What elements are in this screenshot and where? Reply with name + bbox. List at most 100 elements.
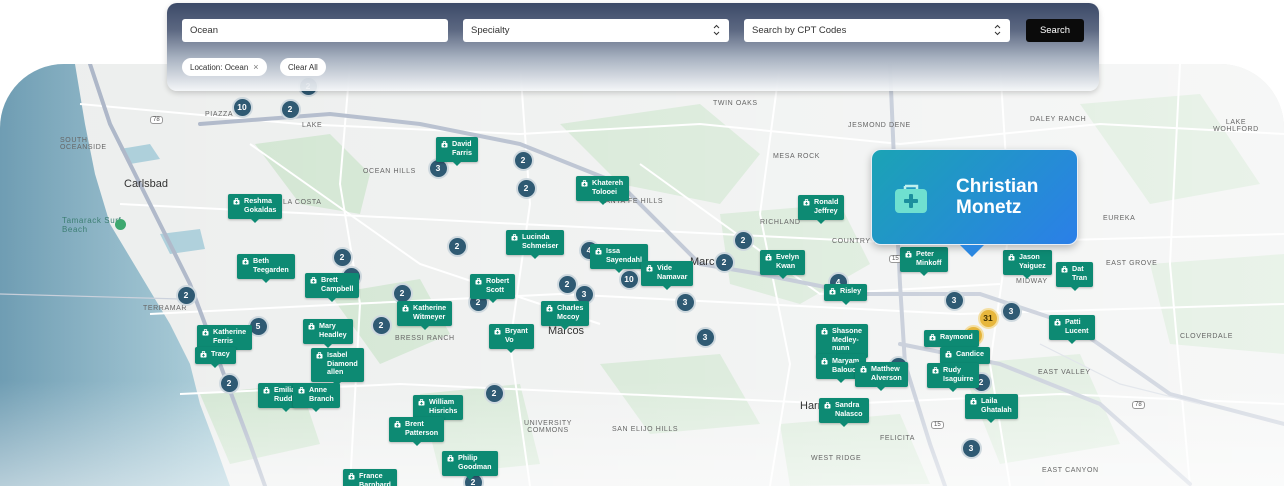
provider-pin[interactable]: Ronald Jeffrey [798, 195, 845, 224]
provider-pin[interactable]: Sandra Nalasco [819, 398, 869, 427]
provider-pin[interactable]: Peter Minkoff [900, 247, 948, 276]
cluster-marker[interactable]: 3 [943, 289, 965, 311]
provider-pin[interactable]: Patti Lucent [1049, 315, 1095, 344]
place-label: CLOVERDALE [1180, 333, 1234, 340]
provider-pin-name: Ghatalah [981, 404, 1012, 414]
place-label: DALEY RANCH [1030, 116, 1087, 123]
provider-pin[interactable]: Reshma Gokaldas [228, 194, 283, 223]
location-input[interactable]: Ocean [182, 19, 448, 42]
cluster-marker[interactable]: 2 [370, 314, 392, 336]
cluster-marker[interactable]: 2 [279, 98, 301, 120]
provider-pin[interactable]: Tracy [195, 347, 236, 367]
cluster-marker[interactable]: 2 [732, 229, 754, 251]
specialty-select[interactable]: Specialty [463, 19, 729, 42]
cpt-code-select[interactable]: Search by CPT Codes [744, 19, 1010, 42]
cluster-marker[interactable]: 2 [483, 382, 505, 404]
medical-bag-icon [494, 328, 501, 335]
provider-pin[interactable]: Beth Teegarden [237, 254, 295, 283]
medical-bag-icon [200, 351, 207, 358]
location-input-value: Ocean [190, 25, 218, 36]
place-label: JESMOND DENE [848, 122, 911, 129]
medical-bag-icon [263, 387, 270, 394]
provider-pin[interactable]: Evelyn Kwan [760, 250, 806, 279]
provider-pin[interactable]: Dat Tran [1056, 262, 1094, 291]
provider-pin[interactable]: Issa Sayendahl [590, 244, 648, 273]
cluster-marker[interactable]: 2 [515, 177, 537, 199]
provider-pin[interactable]: Bryant Vo [489, 324, 534, 353]
place-label: EUREKA [1103, 215, 1136, 222]
cluster-marker[interactable]: 2 [331, 246, 353, 268]
highway-shield: 78 [150, 116, 163, 124]
cluster-marker[interactable]: 3 [674, 291, 696, 313]
provider-pin[interactable]: Katherine Witmeyer [397, 301, 453, 330]
clear-all-button[interactable]: Clear All [280, 58, 326, 76]
provider-pin-name: Scott [486, 284, 504, 294]
medical-bag-icon [1008, 254, 1015, 261]
provider-pin[interactable]: Matthew Alverson [855, 362, 908, 391]
provider-pin[interactable]: Lucinda Schmeiser [506, 230, 565, 259]
place-label: LAKE WOHLFORD [1213, 119, 1259, 133]
cluster-marker[interactable]: 2 [175, 284, 197, 306]
cluster-marker[interactable]: 3 [694, 326, 716, 348]
medical-bag-icon [860, 366, 867, 373]
provider-pin[interactable]: Rudy Isaguirre [927, 363, 980, 392]
cluster-marker[interactable]: 3 [960, 437, 982, 459]
provider-pin[interactable]: Raymond [924, 330, 979, 350]
medical-bag-icon [929, 334, 936, 341]
place-label: EAST CANYON [1042, 467, 1099, 474]
provider-pin[interactable]: Risley [824, 284, 868, 304]
provider-pin[interactable]: Laila Ghatalah [965, 394, 1018, 423]
provider-pin-name: Goodman [458, 461, 492, 471]
medical-bag-icon [595, 248, 602, 255]
provider-pin-name: Sayendahl [606, 254, 642, 264]
provider-pin[interactable]: David Farris [436, 137, 478, 166]
provider-pin-name: Namavar [657, 271, 688, 281]
place-label: SOUTH OCEANSIDE [60, 137, 107, 151]
place-label: LA COSTA [283, 199, 322, 206]
provider-pin-name: Gokaldas [244, 204, 277, 214]
selected-provider-callout[interactable]: Christian Monetz [871, 149, 1078, 257]
map[interactable]: SOUTH OCEANSIDE LAKE OCEAN HILLS LA COSTA TW… [0, 64, 1284, 486]
cluster-marker[interactable]: 2 [218, 372, 240, 394]
provider-pin-name: Minkoff [916, 257, 942, 267]
cluster-marker[interactable]: 3 [1000, 300, 1022, 322]
city-label: Carlsbad [124, 178, 169, 190]
cluster-marker[interactable]: 2 [446, 235, 468, 257]
place-label: TERRAMAR [143, 305, 188, 312]
provider-pin[interactable]: Shasone Medley-nunn [816, 324, 868, 361]
cluster-marker[interactable]: 31 [977, 307, 999, 329]
provider-pin[interactable]: Mary Headley [303, 319, 353, 348]
provider-pin-name: Lucent [1065, 325, 1089, 335]
provider-pin[interactable]: Anne Branch [293, 383, 340, 412]
search-button[interactable]: Search [1026, 19, 1084, 42]
cluster-marker[interactable]: 10 [231, 96, 253, 118]
medical-bag-icon [242, 258, 249, 265]
medical-bag-icon [803, 199, 810, 206]
provider-pin[interactable]: Khatereh Tolooei [576, 176, 630, 205]
medical-bag-icon [298, 387, 305, 394]
provider-pin[interactable]: Charles Mccoy [541, 301, 590, 330]
medical-bag-icon [824, 402, 831, 409]
provider-pin[interactable]: Vide Namavar [641, 261, 694, 290]
medical-bag-icon [1061, 266, 1068, 273]
cluster-marker[interactable]: 2 [512, 149, 534, 171]
provider-pin[interactable]: Candice [940, 347, 990, 367]
provider-pin[interactable]: Philip Goodman [442, 451, 498, 480]
provider-pin[interactable]: Robert Scott [470, 274, 516, 303]
chevron-up-down-icon [994, 24, 1001, 36]
provider-pin[interactable]: Brett Campbell [305, 273, 360, 302]
remove-filter-icon[interactable]: × [253, 62, 258, 72]
place-label: WEST RIDGE [811, 455, 862, 462]
provider-pin[interactable]: Jason Yaiguez [1003, 250, 1052, 279]
provider-pin-name: Barnhard [359, 479, 391, 486]
provider-pin[interactable]: France Barnhard [343, 469, 397, 486]
provider-pin-name: Headley [319, 329, 347, 339]
medical-bag-icon [233, 198, 240, 205]
cluster-marker[interactable]: 2 [713, 251, 735, 273]
provider-pin-name: Yaiguez [1019, 260, 1046, 270]
beach-label: Tamarack Surf Beach [62, 216, 122, 234]
provider-pin[interactable]: Isabel Diamond allen [311, 348, 364, 385]
medical-bag-icon [310, 277, 317, 284]
provider-pin[interactable]: Brent Patterson [389, 417, 445, 446]
place-label: OCEAN HILLS [363, 168, 416, 175]
